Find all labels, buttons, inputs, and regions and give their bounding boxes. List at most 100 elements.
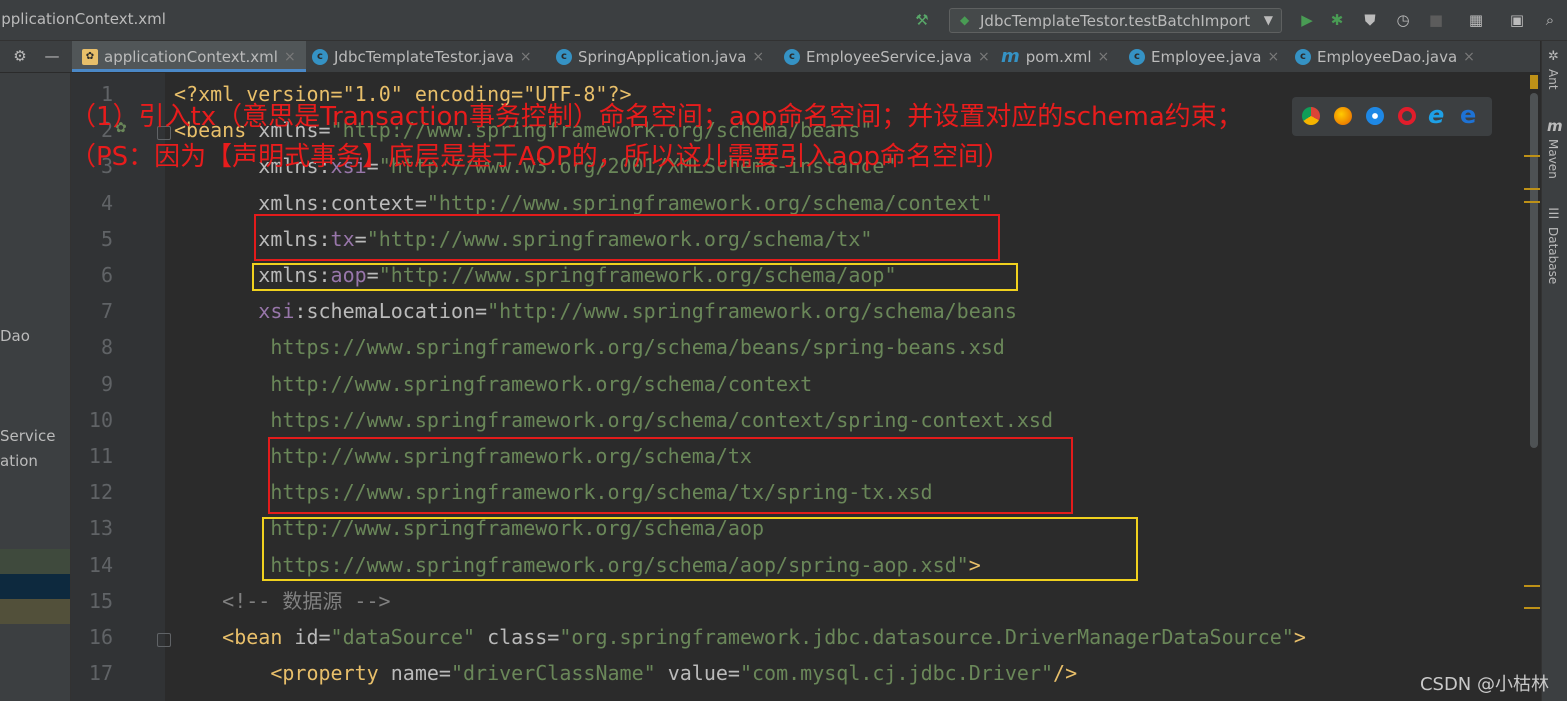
ant-tool-button[interactable]: Ant [1546, 69, 1560, 90]
chrome-icon[interactable] [1302, 107, 1320, 125]
code-line[interactable]: <property name="driverClassName" value="… [174, 655, 1077, 691]
maven-icon: m [1001, 46, 1020, 67]
tab-label: Employee.java [1151, 47, 1262, 66]
editor-scrollbar[interactable] [1524, 73, 1540, 701]
watermark: CSDN @小枯林 [1419, 674, 1549, 695]
project-structure-icon[interactable]: ▦ [1466, 10, 1486, 30]
highlight-box-tx-namespace [254, 214, 1000, 261]
debug-icon[interactable]: ✱ [1327, 10, 1347, 30]
line-number: 7 [100, 299, 113, 324]
error-stripe-marker[interactable] [1524, 607, 1540, 609]
stop-icon[interactable]: ■ [1426, 10, 1446, 30]
error-stripe-marker[interactable] [1524, 585, 1540, 587]
tab-label: JdbcTemplateTestor.java [334, 47, 514, 66]
code-line[interactable]: https://www.springframework.org/schema/c… [174, 402, 1053, 438]
error-stripe-marker[interactable] [1524, 155, 1540, 157]
code-token: "com.mysql.cj.jdbc.Driver" [739, 661, 1054, 686]
code-token: value= [667, 661, 740, 686]
firefox-icon[interactable] [1334, 107, 1352, 125]
project-tree-item[interactable]: Dao [0, 327, 30, 345]
window-title: applicationContext.xml [0, 10, 166, 28]
code-line[interactable]: xsi:schemaLocation="http://www.springfra… [174, 293, 1017, 329]
error-stripe-marker[interactable] [1524, 188, 1540, 190]
code-token: id= [294, 625, 331, 649]
run-configuration-select[interactable]: ◆ JdbcTemplateTestor.testBatchImport ▼ [949, 8, 1282, 33]
maven-tool-button[interactable]: Maven [1546, 139, 1560, 179]
code-token: https://www.springframework.org/schema/c… [174, 407, 1053, 432]
fold-marker-icon[interactable] [157, 633, 171, 647]
tab-employee[interactable]: c Employee.java × [1129, 41, 1279, 72]
collapse-icon[interactable]: — [42, 46, 62, 66]
profile-icon[interactable]: ◷ [1393, 10, 1413, 30]
code-line[interactable]: <!-- 数据源 --> [174, 583, 391, 619]
close-icon[interactable]: × [1463, 49, 1475, 65]
gear-icon[interactable]: ⚙ [10, 46, 30, 66]
project-tool-window: Dao Service ation [0, 73, 71, 701]
maven-icon[interactable]: m [1547, 117, 1563, 135]
tab-label: applicationContext.xml [104, 47, 278, 66]
code-line[interactable]: http://www.springframework.org/schema/co… [174, 366, 812, 402]
line-number: 16 [88, 625, 113, 649]
annotation-line-2: （PS：因为【声明式事务】底层是基于AOP的，所以这儿需要引入aop命名空间） [70, 142, 1010, 172]
tab-label: EmployeeService.java [806, 47, 972, 66]
code-token: name= [390, 661, 451, 686]
coverage-icon[interactable]: ⛊ [1360, 10, 1380, 30]
line-number: 15 [88, 588, 113, 613]
error-stripe-marker[interactable] [1524, 201, 1540, 203]
close-icon[interactable]: × [284, 49, 296, 65]
tab-pom-xml[interactable]: m pom.xml × [1001, 41, 1109, 72]
highlight-box-tx-schema [268, 437, 1073, 514]
line-number: 8 [100, 335, 113, 360]
tab-employeedao[interactable]: c EmployeeDao.java × [1295, 41, 1475, 72]
close-icon[interactable]: × [520, 49, 532, 65]
selection-highlight [0, 549, 70, 574]
highlight-box-aop-namespace [252, 263, 1018, 291]
close-icon[interactable]: × [752, 49, 764, 65]
xml-spring-icon: ✿ [82, 48, 98, 65]
selection-highlight [0, 574, 70, 599]
opera-icon[interactable] [1398, 107, 1416, 125]
code-token: > [1293, 625, 1306, 649]
highlight-box-aop-schema [262, 517, 1138, 581]
java-class-icon: c [556, 48, 572, 65]
scrollbar-thumb[interactable] [1530, 93, 1538, 448]
tab-jdbctemplatetestor[interactable]: c JdbcTemplateTestor.java × [312, 41, 532, 72]
search-icon[interactable]: ⌕ [1540, 10, 1560, 30]
java-class-icon: c [1129, 48, 1145, 65]
code-token: /> [1053, 661, 1078, 686]
close-icon[interactable]: × [1268, 49, 1280, 65]
tab-label: pom.xml [1025, 47, 1092, 66]
project-tree-item[interactable]: Service [0, 427, 55, 445]
ant-icon[interactable]: ✲ [1548, 49, 1559, 64]
java-class-icon: c [784, 48, 800, 65]
safari-icon[interactable] [1366, 107, 1384, 125]
line-number: 6 [100, 263, 113, 287]
ie-icon[interactable]: e [1428, 101, 1444, 129]
code-token: "driverClassName" [450, 661, 668, 686]
line-number: 17 [88, 661, 113, 686]
build-hammer-icon[interactable]: ⚒ [912, 10, 932, 30]
close-icon[interactable]: × [978, 49, 990, 65]
code-line[interactable]: <bean id="dataSource" class="org.springf… [174, 619, 1306, 655]
browser-preview-popup: e e [1292, 97, 1492, 136]
edge-icon[interactable]: e [1460, 101, 1476, 129]
database-tool-button[interactable]: Database [1546, 227, 1560, 284]
terminal-icon[interactable]: ▣ [1507, 10, 1527, 30]
code-token: class= [487, 625, 560, 649]
error-stripe-marker[interactable] [1530, 75, 1538, 89]
tab-applicationcontext-xml[interactable]: ✿ applicationContext.xml × [72, 41, 306, 72]
database-icon[interactable]: ☰ [1548, 207, 1560, 222]
code-line[interactable]: https://www.springframework.org/schema/b… [174, 329, 1005, 365]
project-tree-item[interactable]: ation [0, 452, 38, 470]
code-token: "dataSource" [330, 625, 488, 649]
line-number: 12 [88, 480, 113, 505]
code-token: "http://www.springframework.org/schema/c… [426, 190, 993, 215]
line-number: 13 [88, 516, 113, 541]
close-icon[interactable]: × [1098, 49, 1110, 65]
tab-springapplication[interactable]: c SpringApplication.java × [556, 41, 764, 72]
line-number: 11 [88, 444, 113, 468]
code-token: <!-- 数据源 --> [174, 588, 391, 613]
tab-employeeservice[interactable]: c EmployeeService.java × [784, 41, 990, 72]
run-icon[interactable]: ▶ [1297, 10, 1317, 30]
line-number: 5 [100, 226, 113, 251]
